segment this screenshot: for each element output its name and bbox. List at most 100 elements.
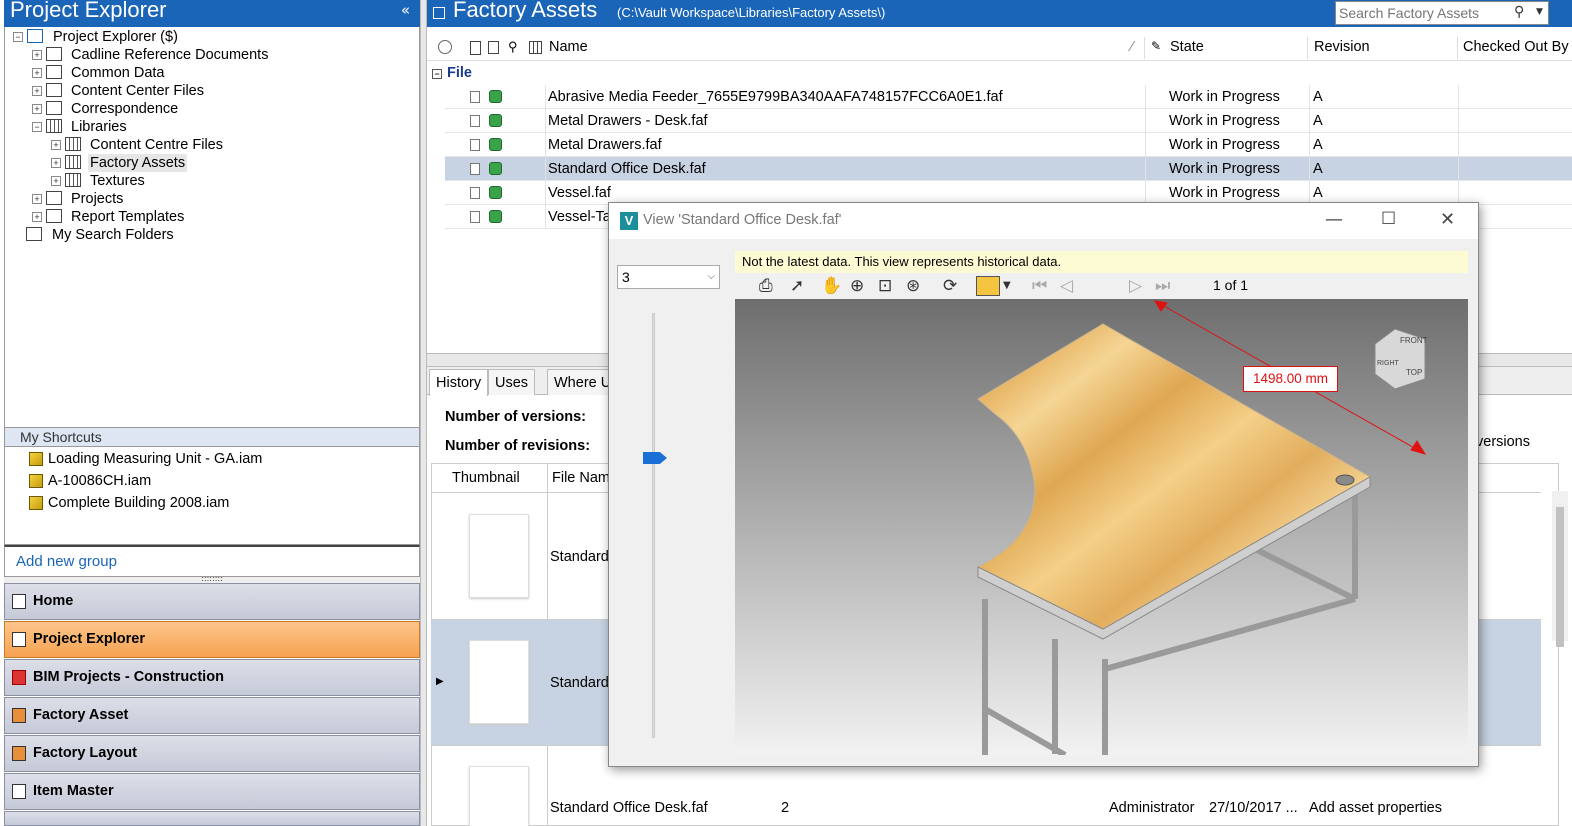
zoom-window-icon[interactable]: ⊡ (878, 276, 892, 296)
version-slider-track[interactable] (652, 313, 655, 738)
print-icon[interactable]: ⎙ (759, 276, 773, 296)
collapse-toggle-icon[interactable]: − (13, 32, 23, 42)
project-explorer-header: Project Explorer « (4, 0, 420, 27)
model-canvas[interactable]: FRONT TOP RIGHT (735, 299, 1468, 755)
file-column-icon[interactable] (470, 41, 481, 55)
column-checked-out-by[interactable]: Checked Out By (1463, 39, 1569, 55)
maximize-icon[interactable]: ☐ (1381, 209, 1396, 229)
expand-toggle-icon[interactable]: + (51, 176, 61, 186)
pan-icon[interactable]: ✋ (821, 276, 842, 296)
file-icon (470, 115, 480, 127)
nav-project-explorer[interactable]: Project Explorer (4, 621, 420, 658)
search-options-icon[interactable]: ⚲ (1514, 4, 1524, 20)
nav-label: Factory Layout (33, 745, 137, 761)
desk-model-render: FRONT TOP RIGHT (976, 300, 1428, 755)
chevron-down-icon: ⌵ (707, 271, 715, 282)
library-folder-icon (65, 173, 81, 187)
nav-bim-projects[interactable]: BIM Projects - Construction (4, 659, 420, 696)
status-column-icon[interactable] (438, 40, 452, 54)
collapse-toggle-icon[interactable]: − (32, 122, 42, 132)
last-page-icon[interactable]: ⏭ (1155, 276, 1170, 296)
file-state: Work in Progress (1169, 89, 1280, 105)
folder-icon (46, 191, 62, 205)
panel-divider[interactable] (420, 0, 427, 826)
nav-home[interactable]: Home (4, 583, 420, 620)
expand-toggle-icon[interactable]: + (51, 158, 61, 168)
column-revision[interactable]: Revision (1314, 39, 1370, 55)
version-slider-handle[interactable] (643, 452, 667, 464)
version-select[interactable]: 3 ⌵ (617, 265, 720, 289)
file-row[interactable]: Metal Drawers - Desk.faf Work in Progress… (445, 109, 1572, 133)
next-page-icon[interactable]: ▷ (1129, 276, 1142, 296)
history-scrollbar[interactable] (1552, 491, 1568, 647)
num-versions-label: Number of versions: (445, 409, 586, 425)
grid-column-icon[interactable] (529, 41, 542, 54)
folder-icon (433, 7, 445, 19)
nav-item-master[interactable]: Item Master (4, 773, 420, 810)
nav-factory-layout[interactable]: Factory Layout (4, 735, 420, 772)
expand-toggle-icon[interactable]: + (32, 104, 42, 114)
viewer-title: View 'Standard Office Desk.faf' (643, 212, 842, 228)
nav-more[interactable] (4, 811, 420, 826)
tab-uses[interactable]: Uses (488, 369, 536, 395)
file-revision: A (1313, 137, 1323, 153)
column-name[interactable]: Name (549, 39, 588, 55)
file-row[interactable]: Metal Drawers.faf Work in Progress A (445, 133, 1572, 157)
group-header[interactable]: − File (432, 65, 472, 81)
search-input[interactable] (1336, 2, 1512, 24)
file-revision: A (1313, 113, 1323, 129)
shortcuts-header: My Shortcuts (4, 427, 420, 447)
minimize-icon[interactable]: — (1325, 209, 1343, 230)
checkbox-column-icon[interactable] (488, 41, 499, 54)
expand-toggle-icon[interactable]: + (32, 50, 42, 60)
nav-factory-asset[interactable]: Factory Asset (4, 697, 420, 734)
column-state[interactable]: State (1170, 39, 1204, 55)
item-master-icon (12, 784, 26, 799)
column-thumbnail[interactable]: Thumbnail (452, 470, 520, 486)
add-new-group-link[interactable]: Add new group (4, 545, 420, 577)
zoom-icon[interactable]: ⊕ (850, 276, 864, 296)
chevron-down-icon[interactable]: ▼ (1536, 7, 1543, 17)
column-file-name[interactable]: File Nam (552, 470, 610, 486)
file-icon (470, 139, 480, 151)
expand-toggle-icon[interactable]: + (32, 68, 42, 78)
first-page-icon[interactable]: ⏮ (1032, 276, 1047, 296)
history-date: 27/10/2017 ... (1209, 800, 1298, 816)
folder-tree: − Project Explorer ($) + Cadline Referen… (4, 27, 420, 427)
zoom-extents-icon[interactable]: ⊛ (906, 276, 920, 296)
expand-toggle-icon[interactable]: + (32, 194, 42, 204)
file-revision: A (1313, 161, 1323, 177)
file-revision: A (1313, 89, 1323, 105)
viewer-titlebar[interactable]: V View 'Standard Office Desk.faf' — ☐ ✕ (609, 203, 1478, 239)
previous-page-icon[interactable]: ◁ (1060, 276, 1073, 296)
select-icon[interactable]: ➚ (790, 276, 804, 296)
tree-label: Factory Assets (88, 154, 188, 172)
expand-toggle-icon[interactable]: + (32, 212, 42, 222)
tab-history[interactable]: History (429, 369, 489, 396)
chevron-down-icon[interactable]: ▼ (1003, 276, 1011, 296)
scrollbar-thumb[interactable] (1556, 507, 1564, 647)
orbit-icon[interactable]: ⟳ (943, 276, 957, 296)
collapse-icon[interactable]: − (432, 69, 442, 79)
group-label: File (447, 65, 472, 81)
search-box[interactable]: ⚲ ▼ (1335, 1, 1549, 25)
dimension-label: 1498.00 mm (1243, 366, 1338, 392)
assembly-file-icon (29, 496, 43, 510)
expand-toggle-icon[interactable]: + (32, 86, 42, 96)
versions-fragment: versions (1476, 434, 1530, 450)
attachment-column-icon[interactable]: ⚲ (508, 39, 518, 55)
shortcut-label: A-10086CH.iam (48, 473, 152, 489)
expand-toggle-icon[interactable]: + (51, 140, 61, 150)
file-row-selected[interactable]: Standard Office Desk.faf Work in Progress… (445, 157, 1572, 181)
vault-icon (27, 29, 43, 43)
close-icon[interactable]: ✕ (1440, 209, 1455, 230)
project-explorer-icon (12, 632, 26, 647)
viewcube-front-label: FRONT (1400, 336, 1428, 345)
thumbnail-image (469, 766, 529, 826)
collapse-icon[interactable]: « (401, 1, 410, 19)
factory-asset-icon (12, 708, 26, 723)
file-row[interactable]: Abrasive Media Feeder_7655E9799BA340AAFA… (445, 85, 1572, 109)
nav-label: Project Explorer (33, 631, 146, 647)
measure-icon[interactable] (976, 276, 1000, 296)
tree-label: Textures (90, 173, 145, 189)
